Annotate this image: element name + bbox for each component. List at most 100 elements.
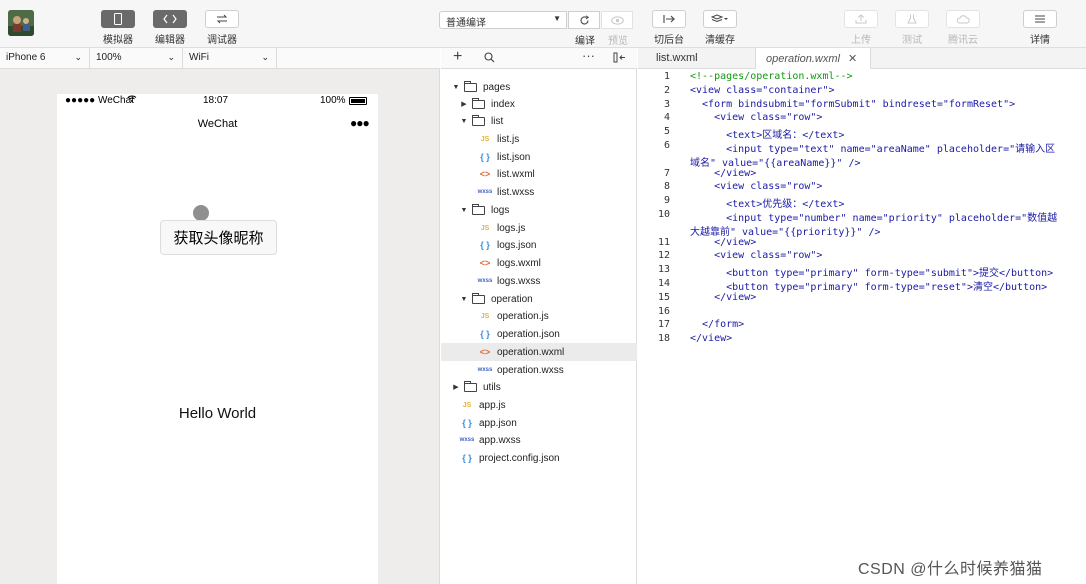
line-number: 12	[657, 250, 670, 261]
tree-file-list-json[interactable]: { } list.json	[441, 148, 637, 166]
code-line: </view>	[690, 168, 757, 179]
editor-button[interactable]: 编辑器	[153, 10, 187, 46]
line-number: 5	[663, 126, 670, 137]
tab-operation-wxml[interactable]: operation.wxml ✕	[755, 48, 871, 69]
more-icon[interactable]: ···	[582, 48, 595, 63]
test-button[interactable]: 测试	[895, 10, 929, 46]
simulator-button[interactable]: 模拟器	[101, 10, 135, 46]
code-editor[interactable]: 1 2 3 4 5 6 7 8 9 10 11 12 13 14 15 16 1…	[638, 69, 1086, 584]
editor-tab-bar: list.wxml operation.wxml ✕	[638, 48, 1086, 69]
tree-folder-utils[interactable]: ▶ utils	[441, 378, 637, 396]
chevron-down-icon: ⌄	[167, 52, 175, 62]
folder-icon	[472, 97, 485, 109]
tree-item-label: app.js	[479, 399, 506, 411]
tree-item-label: logs.wxml	[497, 257, 541, 269]
tree-item-label: utils	[483, 381, 501, 393]
tree-file-list-js[interactable]: JS list.js	[441, 130, 637, 148]
js-file-icon: JS	[480, 135, 490, 143]
phone-icon	[101, 10, 135, 28]
tree-item-label: project.config.json	[479, 452, 560, 464]
code-line: <input type="number" name="priority" pla…	[690, 213, 1058, 224]
line-number: 10	[657, 209, 670, 220]
tree-file-operation-wxml[interactable]: <> operation.wxml	[441, 343, 637, 361]
line-number: 8	[663, 181, 670, 192]
eye-icon	[610, 15, 624, 25]
tree-file-app-json[interactable]: { } app.json	[441, 414, 637, 432]
wxss-file-icon: wxss	[477, 278, 493, 284]
line-number: 9	[663, 195, 670, 206]
tree-folder-operation[interactable]: ▼ operation	[441, 290, 637, 308]
test-label: 测试	[902, 35, 922, 46]
tree-file-app-wxss[interactable]: wxss app.wxss	[441, 431, 637, 449]
simulator-panel: ●●●●● WeChat 18:07 100% WeChat ●●● 获取头像昵…	[0, 69, 440, 584]
tree-item-label: app.json	[479, 417, 517, 429]
details-button[interactable]: 详情	[1023, 10, 1057, 46]
tree-file-app-js[interactable]: JS app.js	[441, 396, 637, 414]
add-file-icon[interactable]: +	[453, 48, 462, 66]
code-line: <input type="text" name="areaName" place…	[690, 144, 1056, 155]
folder-open-icon	[464, 80, 477, 92]
tencent-cloud-button[interactable]: 腾讯云	[946, 10, 980, 46]
clear-cache-label: 清缓存	[705, 35, 735, 46]
network-select[interactable]: WiFi ⌄	[183, 48, 277, 69]
background-button[interactable]: 切后台	[652, 10, 686, 46]
tree-file-project-config[interactable]: { } project.config.json	[441, 449, 637, 467]
phone-screen[interactable]: ●●●●● WeChat 18:07 100% WeChat ●●● 获取头像昵…	[57, 94, 378, 584]
file-tree: ▼ pages ▶ index ▼ list JS list.js { } li…	[441, 69, 637, 584]
line-number: 2	[663, 85, 670, 96]
tree-folder-list[interactable]: ▼ list	[441, 112, 637, 130]
tree-item-label: list.json	[497, 151, 531, 163]
get-nickname-button[interactable]: 获取头像昵称	[160, 220, 277, 255]
code-line-wrap: 大越靠前" value="{{priority}}" />	[690, 227, 881, 238]
tree-file-operation-js[interactable]: JS operation.js	[441, 307, 637, 325]
folder-icon	[464, 380, 477, 392]
tab-label: operation.wxml	[766, 53, 840, 65]
wifi-icon	[127, 94, 137, 106]
debugger-button[interactable]: 调试器	[205, 10, 239, 46]
tree-file-list-wxss[interactable]: wxss list.wxss	[441, 183, 637, 201]
more-dots-icon[interactable]: ●●●	[350, 116, 370, 130]
preview-button[interactable]	[601, 11, 633, 29]
close-icon[interactable]: ✕	[848, 53, 857, 65]
code-line: <text>区域名：</text>	[690, 130, 845, 141]
code-line: <form bindsubmit="formSubmit" bindreset=…	[690, 99, 1016, 110]
tree-file-operation-wxss[interactable]: wxss operation.wxss	[441, 361, 637, 379]
upload-label: 上传	[851, 35, 871, 46]
collapsed-arrow-icon: ▶	[453, 384, 459, 391]
compile-mode-value: 普通编译	[446, 18, 486, 29]
tree-item-label: operation.wxss	[497, 364, 564, 376]
tab-list-wxml[interactable]: list.wxml	[646, 48, 708, 69]
search-icon[interactable]	[484, 51, 495, 66]
line-number: 11	[657, 237, 670, 248]
tree-item-label: logs.wxss	[497, 275, 541, 287]
device-select[interactable]: iPhone 6 ⌄	[0, 48, 90, 69]
code-line-wrap: 域名" value="{{areaName}}" />	[690, 158, 861, 169]
tree-folder-logs[interactable]: ▼ logs	[441, 201, 637, 219]
upload-icon	[844, 10, 878, 28]
compile-mode-select[interactable]: 普通编译 ▼	[439, 11, 567, 29]
tree-file-logs-wxml[interactable]: <> logs.wxml	[441, 254, 637, 272]
line-number: 4	[663, 112, 670, 123]
folder-open-icon	[472, 203, 485, 215]
clear-cache-button[interactable]: 清缓存	[703, 10, 737, 46]
json-file-icon: { }	[462, 418, 472, 428]
tree-file-list-wxml[interactable]: <> list.wxml	[441, 165, 637, 183]
tree-folder-pages[interactable]: ▼ pages	[441, 78, 637, 96]
code-line: <view class="container">	[690, 85, 835, 96]
tree-file-logs-wxss[interactable]: wxss logs.wxss	[441, 272, 637, 290]
wxss-file-icon: wxss	[477, 367, 493, 373]
tree-item-label: list.wxml	[497, 168, 535, 180]
zoom-select[interactable]: 100% ⌄	[90, 48, 183, 69]
code-line: <text>优先级：</text>	[690, 199, 845, 210]
tree-folder-index[interactable]: ▶ index	[441, 95, 637, 113]
tree-item-label: operation	[491, 293, 533, 305]
battery-percent: 100%	[320, 95, 346, 106]
tree-file-logs-json[interactable]: { } logs.json	[441, 236, 637, 254]
tree-file-operation-json[interactable]: { } operation.json	[441, 325, 637, 343]
tree-file-logs-js[interactable]: JS logs.js	[441, 219, 637, 237]
collapse-panel-icon[interactable]	[613, 51, 627, 66]
user-avatar[interactable]	[8, 10, 34, 36]
upload-button[interactable]: 上传	[844, 10, 878, 46]
compile-button[interactable]	[568, 11, 600, 29]
tree-item-label: logs	[491, 204, 510, 216]
